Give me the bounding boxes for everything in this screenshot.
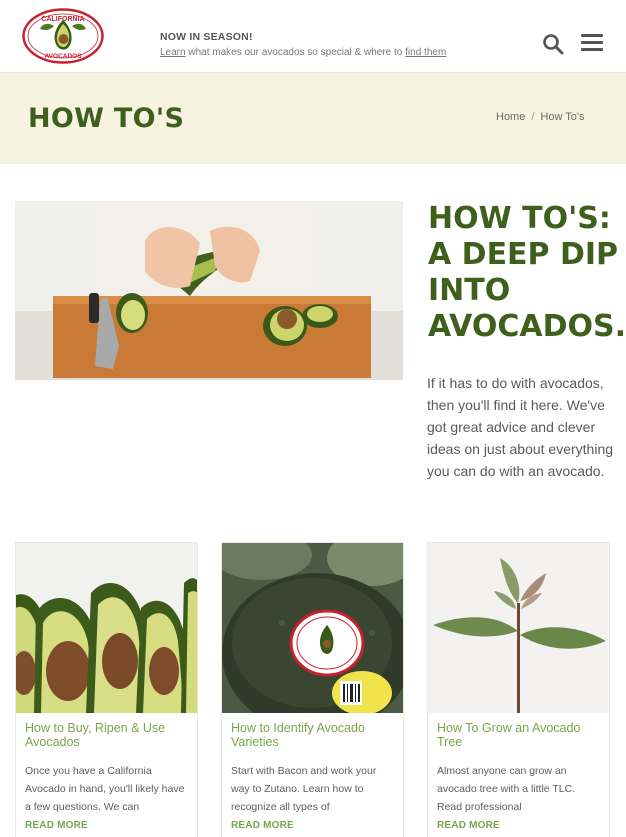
california-avocados-logo[interactable]: CALIFORNIA AVOCADOS (22, 8, 104, 64)
logo-text-top: CALIFORNIA (41, 16, 84, 23)
hero-image-cutting-avocado (15, 201, 403, 380)
learn-link[interactable]: Learn (160, 47, 186, 58)
page-title: HOW TO'S (28, 103, 185, 134)
read-more-link[interactable]: READ MORE (25, 820, 88, 831)
card-title[interactable]: How To Grow an Avocado Tree (437, 721, 602, 749)
page-banner: HOW TO'S Home / How To's (0, 73, 626, 164)
breadcrumb-current: How To's (540, 111, 585, 123)
card-title[interactable]: How to Buy, Ripen & Use Avocados (25, 721, 190, 749)
site-header: CALIFORNIA AVOCADOS NOW IN SEASON! Learn… (0, 0, 626, 73)
search-icon[interactable] (542, 33, 564, 55)
logo-text-bottom: AVOCADOS (44, 53, 82, 60)
card-image-avocado-seedling (428, 543, 609, 713)
breadcrumb: Home / How To's (496, 111, 585, 123)
card-excerpt: Once you have a California Avocado in ha… (25, 765, 185, 813)
read-more-link[interactable]: READ MORE (231, 820, 294, 831)
hero-heading: HOW TO'S: A DEEP DIP INTO AVOCADOS. (428, 201, 626, 344)
card-title[interactable]: How to Identify Avocado Varieties (231, 721, 396, 749)
card-buy-ripen-use[interactable]: How to Buy, Ripen & Use Avocados Once yo… (15, 542, 198, 837)
card-excerpt: Almost anyone can grow an avocado tree w… (437, 765, 576, 813)
card-image-avocado-halves (16, 543, 197, 713)
card-image-labeled-avocado (222, 543, 403, 713)
season-text-middle: what makes our avocados so special & whe… (185, 47, 406, 58)
hamburger-menu-icon[interactable] (581, 34, 603, 52)
breadcrumb-home[interactable]: Home (496, 111, 525, 123)
menu-bar (581, 34, 603, 37)
season-text: Learn what makes our avocados so special… (160, 47, 446, 58)
read-more-link[interactable]: READ MORE (437, 820, 500, 831)
find-them-link[interactable]: find them (405, 47, 446, 58)
menu-bar (581, 41, 603, 44)
breadcrumb-separator: / (531, 111, 535, 123)
card-excerpt: Start with Bacon and work your way to Zu… (231, 765, 377, 813)
menu-bar (581, 48, 603, 51)
now-in-season: NOW IN SEASON! Learn what makes our avoc… (160, 31, 446, 58)
hero-description: If it has to do with avocados, then you'… (427, 375, 614, 479)
season-title: NOW IN SEASON! (160, 31, 253, 43)
card-identify-varieties[interactable]: How to Identify Avocado Varieties Start … (221, 542, 404, 837)
card-grow-tree[interactable]: How To Grow an Avocado Tree Almost anyon… (427, 542, 610, 837)
